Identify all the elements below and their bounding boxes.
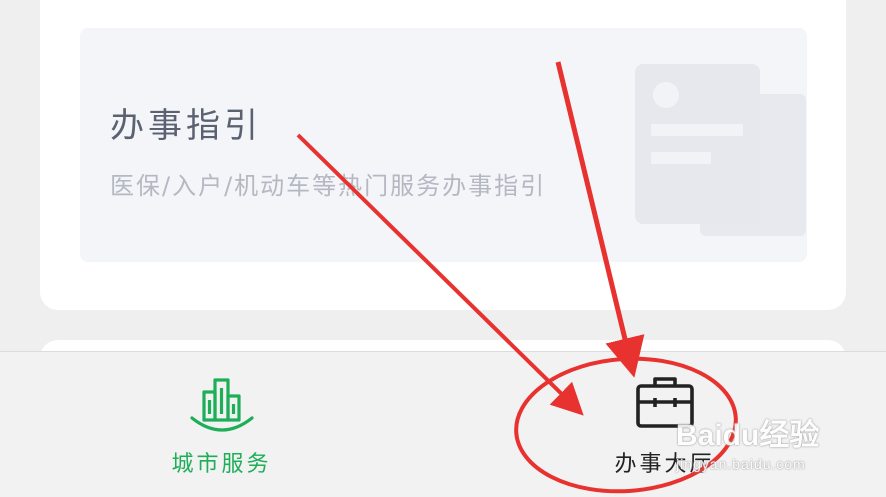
watermark-logo: Baidu经验: [676, 419, 820, 452]
baidu-jingyan-watermark: Baidu经验 jingyan.baidu.com: [676, 410, 819, 472]
annotation-arrow: [555, 61, 645, 378]
annotation-arrow: [296, 133, 584, 416]
watermark-url: jingyan.baidu.com: [676, 456, 806, 472]
